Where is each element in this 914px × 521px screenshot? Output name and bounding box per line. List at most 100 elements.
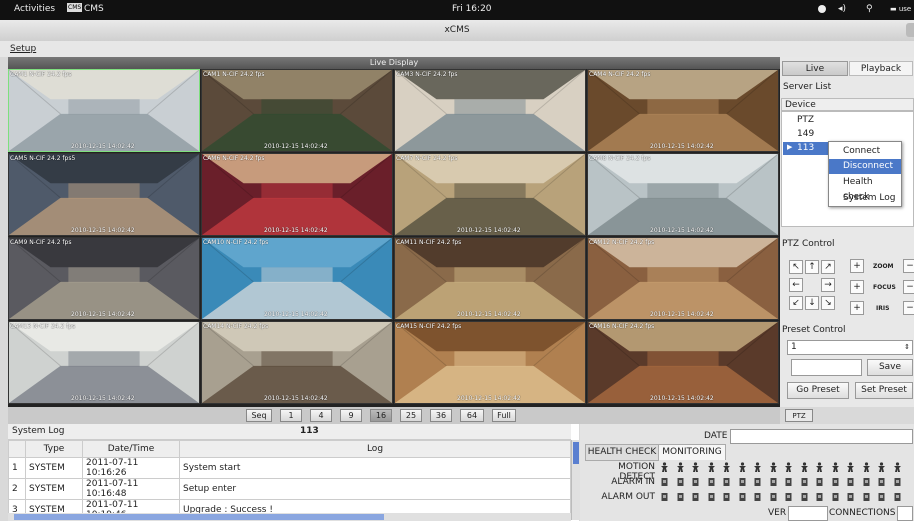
ptz-arrow-button[interactable]: ↓ <box>805 296 819 310</box>
device-149[interactable]: 149 <box>797 129 814 139</box>
ptz-arrow-button[interactable]: ↗ <box>821 260 835 274</box>
ptz-arrow-button[interactable]: ← <box>789 278 803 292</box>
date-field[interactable] <box>730 429 913 444</box>
device-113-row[interactable]: ▶ 113 <box>783 142 829 155</box>
camera-tile[interactable]: CAM9 N-CIF 24.2 fps 2010-12-15 14:02:42 <box>8 237 200 320</box>
tab-monitoring[interactable]: MONITORING <box>658 444 726 460</box>
camera-tile[interactable]: CAM5 N-CIF 24.2 fps5 2010-12-15 14:02:42 <box>8 153 200 236</box>
layout-button-4[interactable]: 4 <box>310 409 332 422</box>
camera-tile[interactable]: CAM11 N-CIF 24.2 fps 2010-12-15 14:02:42 <box>394 237 586 320</box>
camera-label: CAM1 N-CIF 24.2 fps <box>203 71 265 78</box>
camera-tile[interactable]: CAM10 N-CIF 24.2 fps 2010-12-15 14:02:42 <box>201 237 393 320</box>
camera-timestamp: 2010-12-15 14:02:42 <box>71 311 135 318</box>
iris-open-button[interactable]: + <box>850 301 864 315</box>
col-type[interactable]: Type <box>25 440 83 458</box>
preset-name-input[interactable] <box>791 359 862 376</box>
log-vertical-scrollbar[interactable] <box>571 440 580 520</box>
camera-tile[interactable]: CAM16 N-CIF 24.2 fps 2010-12-15 14:02:42 <box>587 321 779 404</box>
iris-label: IRIS <box>876 305 890 312</box>
motion-person-icon <box>893 462 902 472</box>
camera-feed-image <box>9 322 199 403</box>
ptz-arrow-button[interactable]: ↑ <box>805 260 819 274</box>
camera-timestamp: 2010-12-15 14:02:42 <box>650 143 714 150</box>
ptz-control-label: PTZ Control <box>782 239 835 249</box>
connections-field[interactable] <box>897 506 913 521</box>
motion-person-icon <box>722 462 731 472</box>
preset-select[interactable]: 1 ⇕ <box>787 340 913 355</box>
zoom-out-button[interactable]: − <box>903 259 914 273</box>
zoom-in-button[interactable]: + <box>850 259 864 273</box>
tab-live[interactable]: Live <box>782 61 848 76</box>
set-preset-button[interactable]: Set Preset <box>855 382 913 399</box>
accessibility-icon[interactable] <box>818 5 826 13</box>
camera-tile[interactable]: CAM4 N-CIF 24.2 fps 2010-12-15 14:02:42 <box>587 69 779 152</box>
network-icon[interactable]: ⚲ <box>866 4 873 14</box>
tab-health-check[interactable]: HEALTH CHECK <box>585 444 659 461</box>
expand-arrow-icon[interactable]: ▶ <box>787 143 792 151</box>
camera-tile[interactable]: CAM6 N-CIF 24.2 fps 2010-12-15 14:02:42 <box>201 153 393 236</box>
menu-health-check[interactable]: Health check <box>829 175 901 202</box>
camera-tile[interactable]: CAM14 N-CIF 24.2 fps 2010-12-15 14:02:42 <box>201 321 393 404</box>
menu-disconnect[interactable]: Disconnect <box>829 159 901 174</box>
go-preset-button[interactable]: Go Preset <box>787 382 849 399</box>
log-row[interactable]: 1 SYSTEM 2011-07-11 10:16:26 System start <box>8 457 571 479</box>
ver-field[interactable] <box>788 506 828 521</box>
menu-connect[interactable]: Connect <box>829 144 901 159</box>
volume-icon[interactable]: ◂) <box>838 4 846 14</box>
ptz-arrow-button[interactable]: ↘ <box>821 296 835 310</box>
col-index[interactable] <box>8 440 26 458</box>
tab-playback[interactable]: Playback <box>849 61 913 76</box>
alarm-out-icon <box>831 492 840 502</box>
save-preset-button[interactable]: Save <box>867 359 913 376</box>
layout-button-1[interactable]: 1 <box>280 409 302 422</box>
camera-label: CAM8 N-CIF 24.2 fps <box>589 155 651 162</box>
layout-button-9[interactable]: 9 <box>340 409 362 422</box>
ptz-arrow-button[interactable]: ↖ <box>789 260 803 274</box>
camera-label: CAM15 N-CIF 24.2 fps <box>396 323 462 330</box>
close-window-icon[interactable] <box>906 23 914 37</box>
focus-in-button[interactable]: + <box>850 280 864 294</box>
col-log[interactable]: Log <box>179 440 571 458</box>
log-cell: Setup enter <box>179 478 571 500</box>
device-ptz[interactable]: PTZ <box>797 115 814 125</box>
camera-tile[interactable]: CAM3 N-CIF 24.2 fps <box>394 69 586 152</box>
layout-button-64[interactable]: 64 <box>460 409 484 422</box>
camera-tile[interactable]: CAM7 N-CIF 24.2 fps 2010-12-15 14:02:42 <box>394 153 586 236</box>
camera-timestamp: 2010-12-15 14:02:42 <box>264 311 328 318</box>
alarm-in-icon <box>893 477 902 487</box>
focus-out-button[interactable]: − <box>903 280 914 294</box>
alarm-out-icon <box>738 492 747 502</box>
log-horizontal-scrollbar[interactable] <box>8 513 571 521</box>
iris-close-button[interactable]: − <box>903 301 914 315</box>
layout-button-25[interactable]: 25 <box>400 409 422 422</box>
clock[interactable]: Fri 16:20 <box>452 4 492 14</box>
app-name[interactable]: CMS <box>84 4 104 14</box>
motion-person-icon <box>846 462 855 472</box>
log-scroll-thumb[interactable] <box>573 442 579 464</box>
log-row[interactable]: 2 SYSTEM 2011-07-11 10:16:48 Setup enter <box>8 478 571 500</box>
ptz-toggle-button[interactable]: PTZ <box>785 409 813 422</box>
menu-system-log[interactable]: System Log <box>829 191 901 206</box>
camera-tile[interactable]: CAM12 N-CIF 24.2 fps 2010-12-15 14:02:42 <box>587 237 779 320</box>
col-datetime[interactable]: Date/Time <box>82 440 180 458</box>
camera-tile[interactable]: CAM1 N-CIF 24.2 fps 2010-12-15 14:02:42 <box>201 69 393 152</box>
camera-tile[interactable]: CAM1 N-CIF 24.2 fps 2010-12-15 14:02:42 <box>8 69 200 152</box>
ptz-arrow-button[interactable]: ↙ <box>789 296 803 310</box>
camera-grid: CAM1 N-CIF 24.2 fps 2010-12-15 14:02:42 CA… <box>8 69 780 407</box>
app-badge-icon: CMS <box>67 3 83 12</box>
camera-label: CAM12 N-CIF 24.2 fps <box>589 239 655 246</box>
camera-tile[interactable]: CAM13 N-CIF 24.2 fps 2010-12-15 14:02:42 <box>8 321 200 404</box>
layout-button-36[interactable]: 36 <box>430 409 452 422</box>
ptz-arrow-button[interactable]: → <box>821 278 835 292</box>
alarm-in-icon <box>676 477 685 487</box>
layout-button-16[interactable]: 16 <box>370 409 392 422</box>
menu-setup[interactable]: Setup <box>10 41 36 57</box>
layout-button-full[interactable]: Full <box>492 409 516 422</box>
camera-tile[interactable]: CAM8 N-CIF 24.2 fps 2010-12-15 14:02:42 <box>587 153 779 236</box>
layout-button-seq[interactable]: Seq <box>246 409 272 422</box>
device-113[interactable]: 113 <box>797 143 814 153</box>
log-hscroll-thumb[interactable] <box>14 514 384 520</box>
user-menu[interactable]: ▬ use <box>890 5 911 13</box>
activities-button[interactable]: Activities <box>14 4 55 14</box>
camera-tile[interactable]: CAM15 N-CIF 24.2 fps 2010-12-15 14:02:42 <box>394 321 586 404</box>
